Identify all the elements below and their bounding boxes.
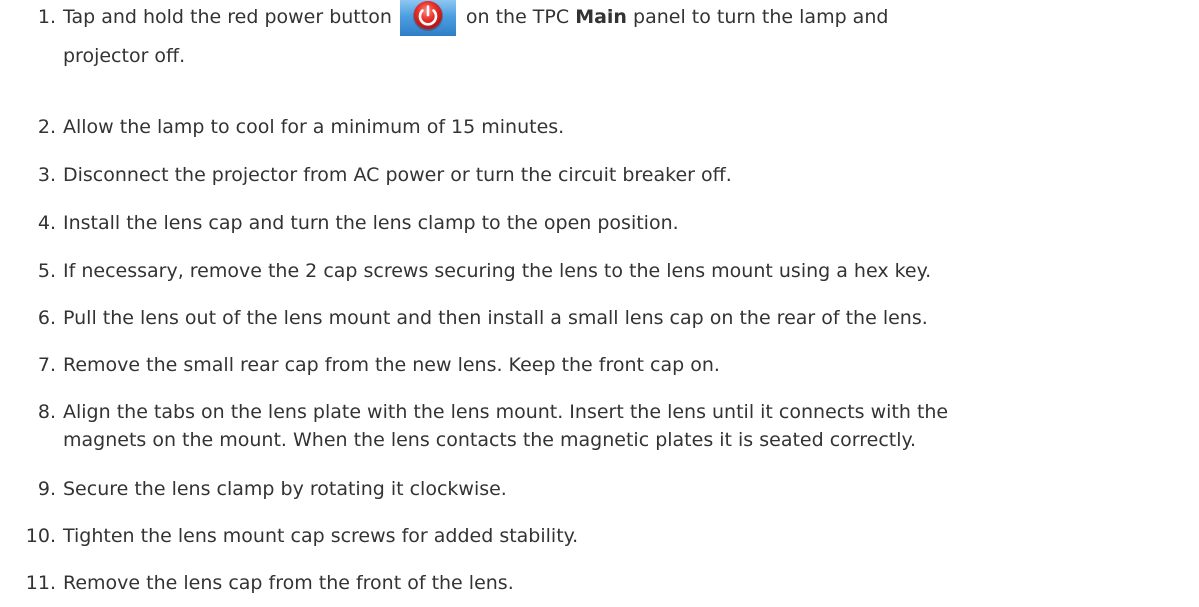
step-number: 2. <box>37 116 56 138</box>
step-number: 8. <box>37 401 56 423</box>
step-text-part: panel to turn the lamp and <box>633 6 889 28</box>
step-text: Secure the lens clamp by rotating it clo… <box>63 478 507 500</box>
step-number: 1. <box>37 6 56 28</box>
step-number: 9. <box>37 478 56 500</box>
step-text: Remove the lens cap from the front of th… <box>63 572 514 594</box>
step-text-part: on the TPC <box>465 6 570 28</box>
step-number: 11. <box>25 572 56 594</box>
step-text: Allow the lamp to cool for a minimum of … <box>63 116 565 138</box>
step-text: If necessary, remove the 2 cap screws se… <box>63 260 932 282</box>
step-number: 7. <box>37 354 56 376</box>
step-text: Pull the lens out of the lens mount and … <box>63 307 928 329</box>
step-number: 6. <box>37 307 56 329</box>
step-text-part: Tap and hold the red power button <box>63 6 392 28</box>
step-number: 10. <box>25 525 56 547</box>
step-text-continuation: projector off. <box>63 45 186 67</box>
step-number: 5. <box>37 260 56 282</box>
step-text: Disconnect the projector from AC power o… <box>63 164 732 186</box>
step-number: 4. <box>37 212 56 234</box>
step-text: Remove the small rear cap from the new l… <box>63 354 720 376</box>
main-panel-label: Main <box>575 6 627 28</box>
power-button-icon <box>399 0 456 36</box>
step-text: Tap and hold the red power button on the… <box>63 0 1193 68</box>
step-text: Align the tabs on the lens plate with th… <box>63 401 949 423</box>
step-text: Install the lens cap and turn the lens c… <box>63 212 679 234</box>
step-text: Tighten the lens mount cap screws for ad… <box>63 525 579 547</box>
step-text-continuation: magnets on the mount. When the lens cont… <box>63 429 917 451</box>
step-number: 3. <box>37 164 56 186</box>
